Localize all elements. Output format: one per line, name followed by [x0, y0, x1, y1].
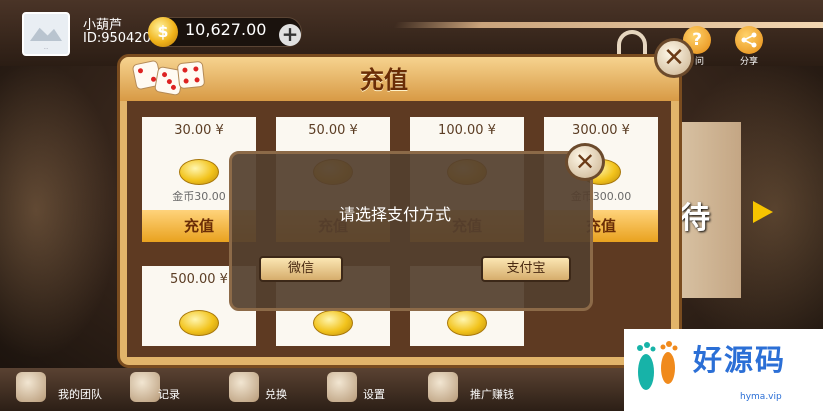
gold-coin-icon — [447, 310, 487, 336]
background-glow-left — [0, 60, 120, 360]
nav-exchange[interactable]: 兑换 — [229, 372, 293, 408]
card-price: 50.00 ¥ — [308, 123, 358, 138]
top-decoration-line — [393, 22, 823, 28]
team-icon — [16, 372, 46, 402]
card-price: 300.00 ¥ — [572, 123, 630, 138]
alipay-button[interactable]: 支付宝 — [481, 256, 571, 282]
close-dialog-button[interactable]: ✕ — [565, 143, 605, 181]
gear-icon — [327, 372, 357, 402]
gold-coin-icon — [313, 310, 353, 336]
card-price: 30.00 ¥ — [174, 123, 224, 138]
nav-label: 兑换 — [265, 388, 287, 401]
gold-coin-icon — [179, 310, 219, 336]
payment-dialog — [229, 151, 593, 311]
trophy-icon — [130, 372, 160, 402]
promote-icon — [428, 372, 458, 402]
footprints-logo-icon — [637, 341, 678, 390]
payment-dialog-message: 请选择支付方式 — [339, 205, 452, 224]
nav-label: 记录 — [158, 388, 180, 401]
next-arrow-icon[interactable] — [753, 201, 773, 223]
card-price: 100.00 ¥ — [438, 123, 496, 138]
user-id: ID:950420 — [83, 31, 151, 46]
share-icon — [741, 32, 757, 48]
gold-coin-icon — [179, 159, 219, 185]
coin-icon: $ — [148, 17, 178, 47]
avatar-image-icon — [30, 27, 62, 41]
nav-label: 推广赚钱 — [470, 388, 514, 401]
recharge-title: 充值 — [360, 66, 408, 94]
share-button[interactable] — [735, 26, 763, 54]
headset-icon[interactable] — [617, 30, 647, 56]
nav-promote[interactable]: 推广赚钱 — [428, 372, 523, 408]
nav-my-team[interactable]: 我的团队 — [16, 372, 108, 408]
avatar[interactable]: … — [22, 12, 70, 56]
add-funds-button[interactable]: + — [279, 24, 301, 46]
dice-icon — [176, 60, 206, 90]
nav-label: 设置 — [363, 388, 385, 401]
wechat-pay-button[interactable]: 微信 — [259, 256, 343, 282]
side-promo-text: 待 — [680, 201, 710, 236]
help-label: 问 — [695, 57, 705, 67]
share-label: 分享 — [740, 57, 759, 67]
nav-records[interactable]: 记录 — [130, 372, 190, 408]
watermark-url: hyma.vip — [740, 392, 782, 402]
balance-value: 10,627.00 — [185, 20, 267, 39]
watermark-text: 好源码 — [693, 343, 787, 377]
close-recharge-button[interactable]: ✕ — [654, 38, 694, 78]
avatar-caption: … — [43, 45, 49, 51]
nav-label: 我的团队 — [58, 388, 102, 401]
coins-icon — [229, 372, 259, 402]
nav-settings[interactable]: 设置 — [327, 372, 391, 408]
